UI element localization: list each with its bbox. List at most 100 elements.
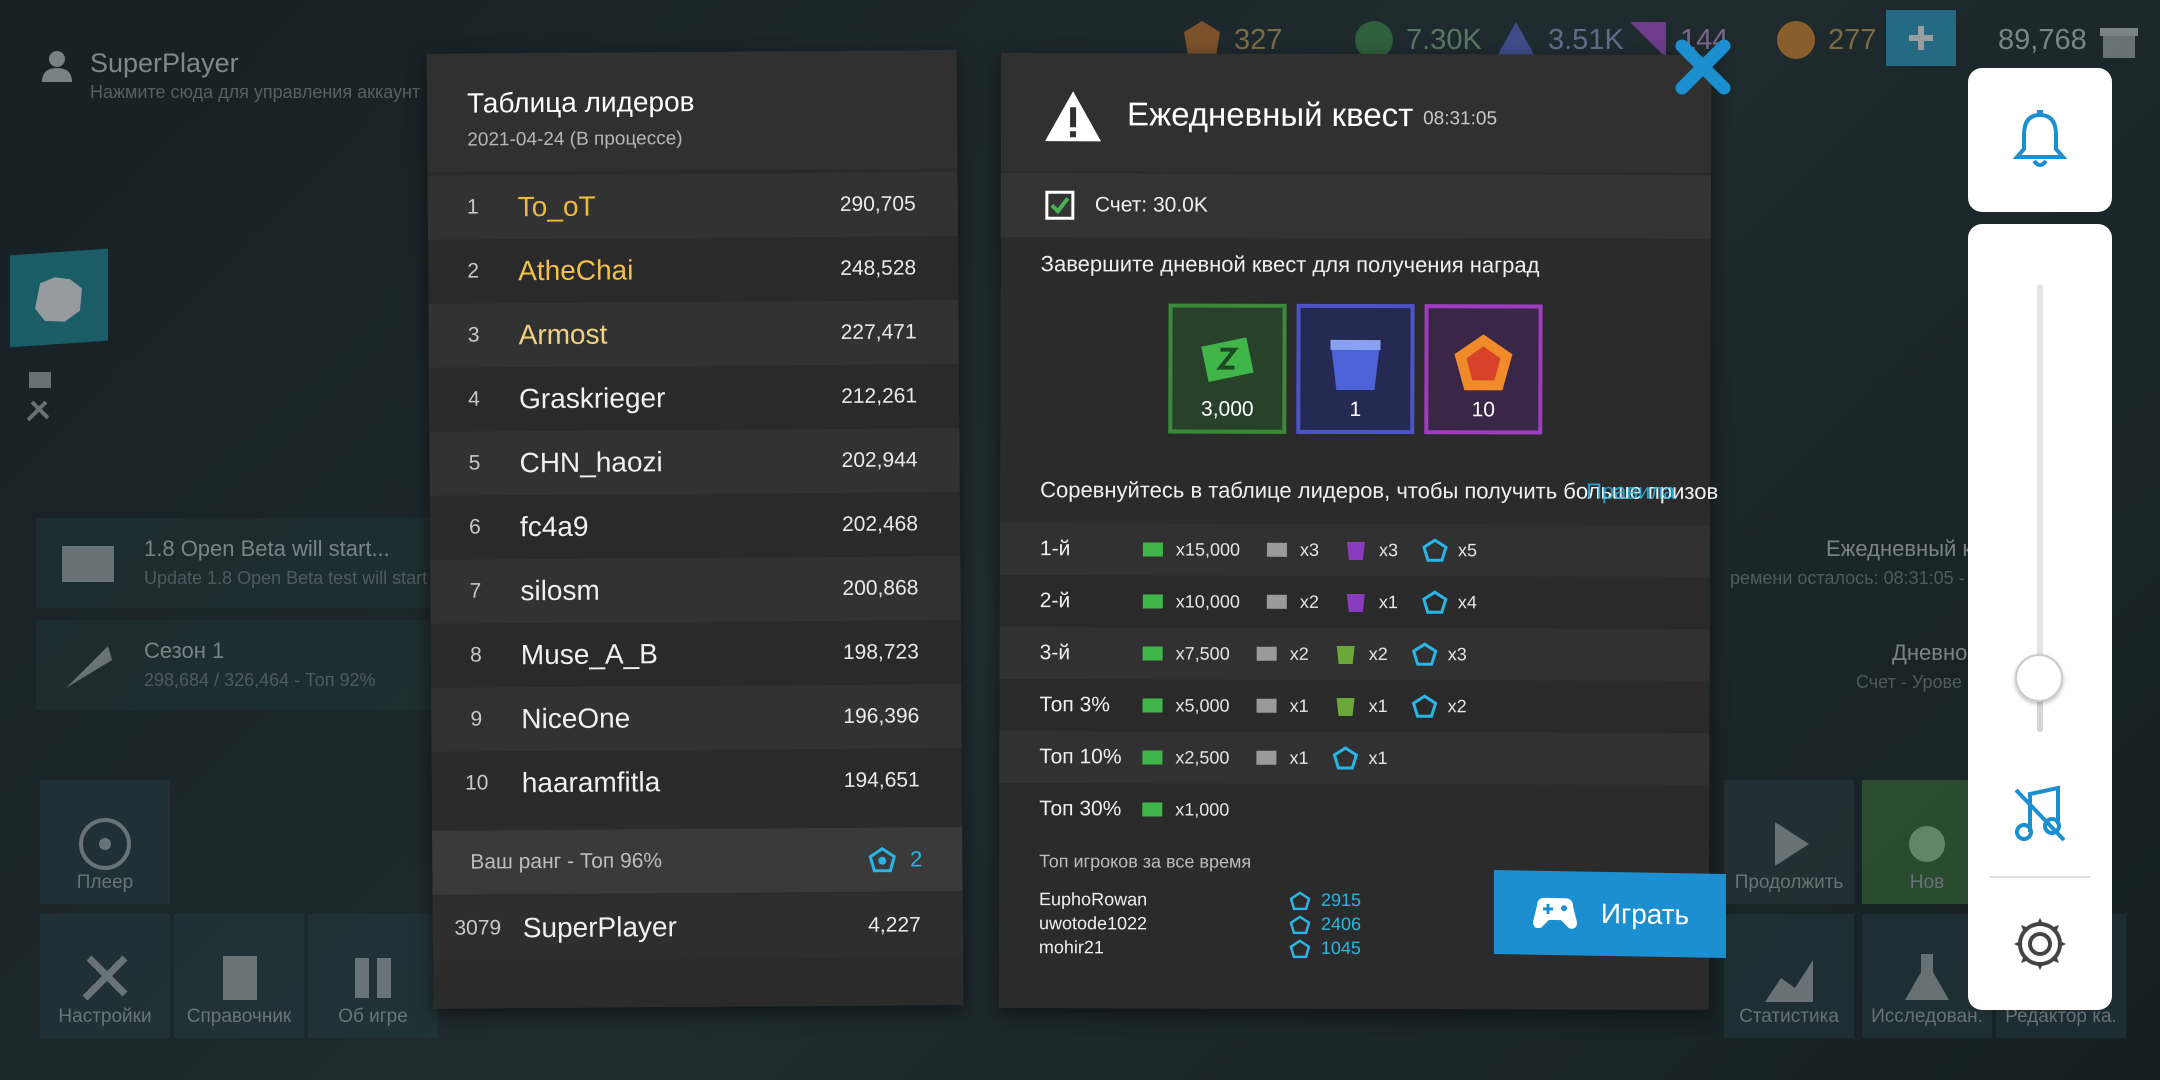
daily-quest-panel: Ежедневный квест 08:31:05 Счет: 30.0K За… (998, 53, 1718, 1010)
reward-value: 10 (1471, 398, 1496, 422)
row-name: Armost (518, 318, 608, 351)
row-name: SuperPlayer (522, 911, 677, 944)
reward-tickets[interactable]: 3,000 (1168, 303, 1287, 434)
close-icon[interactable] (1672, 36, 1734, 98)
tile-continue[interactable]: Продолжить (1724, 780, 1854, 904)
prize-row: Топ 10% x2,500 x1 x1 (999, 731, 1710, 785)
green-ticket-icon (1142, 698, 1163, 713)
top-players-title: Топ игроков за все время (1039, 851, 1252, 872)
tile-settings[interactable]: Настройки (40, 914, 170, 1038)
rules-link[interactable]: Правила (1586, 479, 1675, 505)
tile-player[interactable]: Плеер (40, 780, 170, 904)
daily2-bg-sub: Счет - Урове (1856, 672, 1962, 692)
blue-rank-icon (1289, 890, 1311, 910)
tile-label: Об игре (338, 1006, 408, 1027)
row-score: 198,723 (842, 640, 919, 664)
prize-amount: x2,500 (1175, 747, 1230, 768)
reward-coins[interactable]: 10 (1424, 304, 1543, 435)
prize-table: 1-й x15,000 x3 x3 x5 2-й x10,000 x2 x1 x… (999, 523, 1711, 837)
tile-label: Настройки (58, 1006, 152, 1027)
blue-rank-icon (1422, 538, 1448, 562)
stat-value: 89,768 (1998, 23, 2087, 56)
gift-icon (2099, 28, 2138, 58)
my-rank-label: Ваш ранг - Топ 96% (470, 849, 663, 874)
add-currency-button[interactable] (1886, 10, 1956, 66)
table-row[interactable]: 5 CHN_haozi 202,944 (429, 428, 960, 496)
tile-label: Статистика (1739, 1006, 1839, 1027)
row-score: 290,705 (839, 192, 916, 216)
my-entry-row[interactable]: 3079 SuperPlayer 4,227 (432, 893, 963, 961)
prize-row: Топ 3% x5,000 x1 x1 x2 (999, 679, 1710, 733)
tile-guide[interactable]: Справочник (174, 914, 304, 1038)
tools-small-icon[interactable] (24, 398, 54, 424)
tile-label: Нов (1909, 872, 1945, 893)
prize-item: x3 (1264, 538, 1319, 562)
leaderboard-title: Таблица лидеров (466, 85, 695, 119)
top-player-value: 2406 (1320, 913, 1362, 935)
quest-complete-text: Завершите дневной квест для получения на… (1040, 251, 1540, 278)
table-row[interactable]: 7 silosm 200,868 (430, 556, 961, 624)
row-score: 194,651 (843, 768, 920, 792)
play-button[interactable]: Играть (1494, 869, 1726, 959)
table-row[interactable]: 3 Armost 227,471 (428, 300, 959, 368)
tile-about[interactable]: Об игре (308, 914, 438, 1038)
table-row[interactable]: 4 Graskrieger 212,261 (428, 364, 960, 432)
tile-stats[interactable]: Статистика (1724, 914, 1854, 1038)
feather-icon (66, 646, 112, 688)
top-player-name: uwotode1022 (1038, 913, 1148, 934)
table-row[interactable]: 6 fc4a9 202,468 (429, 492, 961, 560)
plus-icon (1909, 26, 1933, 50)
tile-label: Продолжить (1734, 872, 1844, 893)
blue-rank-icon (1289, 938, 1311, 958)
volume-slider-thumb[interactable] (2015, 654, 2063, 703)
stat-value: 277 (1828, 23, 1877, 56)
daily-quest-bg-sub: ремени осталось: 08:31:05 - То (1730, 568, 1990, 588)
row-name: To_oT (517, 190, 596, 223)
table-row[interactable]: 8 Muse_A_B 198,723 (430, 620, 962, 688)
row-name: AtheChai (518, 254, 634, 287)
row-score: 212,261 (841, 384, 918, 408)
green-ticket-icon (1142, 594, 1163, 609)
my-rank-row: Ваш ранг - Топ 96% 2 (432, 827, 963, 895)
reward-crate[interactable]: 1 (1296, 303, 1415, 435)
gear-icon[interactable] (2010, 914, 2070, 974)
prize-row: 2-й x10,000 x2 x1 x4 (999, 575, 1710, 629)
prize-row: 3-й x7,500 x2 x2 x3 (999, 627, 1710, 681)
prize-amount: x2 (1447, 695, 1467, 716)
prize-label: Топ 10% (1039, 745, 1122, 769)
disc-icon (79, 818, 131, 870)
prize-item: x2 (1333, 642, 1388, 666)
club-badge[interactable] (10, 248, 108, 348)
table-row[interactable]: 2 AtheChai 248,528 (427, 236, 959, 304)
avatar-icon (42, 51, 72, 82)
box-icon[interactable] (26, 366, 54, 392)
prize-item: x3 (1343, 538, 1398, 562)
play-label: Играть (1600, 897, 1690, 931)
table-row[interactable]: 10 haaramfitla 194,651 (431, 748, 962, 816)
table-row[interactable]: 9 NiceOne 196,396 (431, 684, 962, 752)
player-subtitle[interactable]: Нажмите сюда для управления аккаунт (90, 82, 420, 103)
prize-item: x15,000 (1140, 537, 1240, 561)
news-title: Сезон 1 (144, 638, 225, 663)
player-name[interactable]: SuperPlayer (90, 48, 239, 79)
prize-amount: x3 (1447, 643, 1467, 664)
prize-item: x1 (1332, 746, 1388, 770)
row-name: Graskrieger (518, 382, 666, 415)
prize-item: x1,000 (1139, 797, 1229, 821)
prize-item: x1 (1343, 590, 1398, 614)
news-card-season[interactable]: Сезон 1 298,684 / 326,464 - Топ 92% (36, 620, 456, 710)
control-panel (1968, 224, 2112, 1010)
news-card-beta[interactable]: 1.8 Open Beta will start... Update 1.8 O… (36, 518, 456, 608)
notifications-button[interactable] (1968, 68, 2112, 212)
blue-rank-icon (1411, 642, 1438, 666)
leaderboard-list[interactable]: 1 To_oT 290,705 2 AtheChai 248,528 3 Armost 22… (427, 172, 962, 816)
stat-gift[interactable]: 89,768 (1998, 18, 2141, 62)
prize-amount: x15,000 (1175, 539, 1241, 560)
music-muted-icon[interactable] (2010, 784, 2070, 846)
gray-ticket-icon (1256, 698, 1277, 713)
news-subtitle: 298,684 / 326,464 - Топ 92% (144, 670, 376, 690)
prize-label: Топ 30% (1039, 797, 1122, 821)
quest-title: Ежедневный квест (1127, 95, 1414, 134)
flask-icon (1905, 954, 1949, 1000)
table-row[interactable]: 1 To_oT 290,705 (427, 172, 958, 240)
